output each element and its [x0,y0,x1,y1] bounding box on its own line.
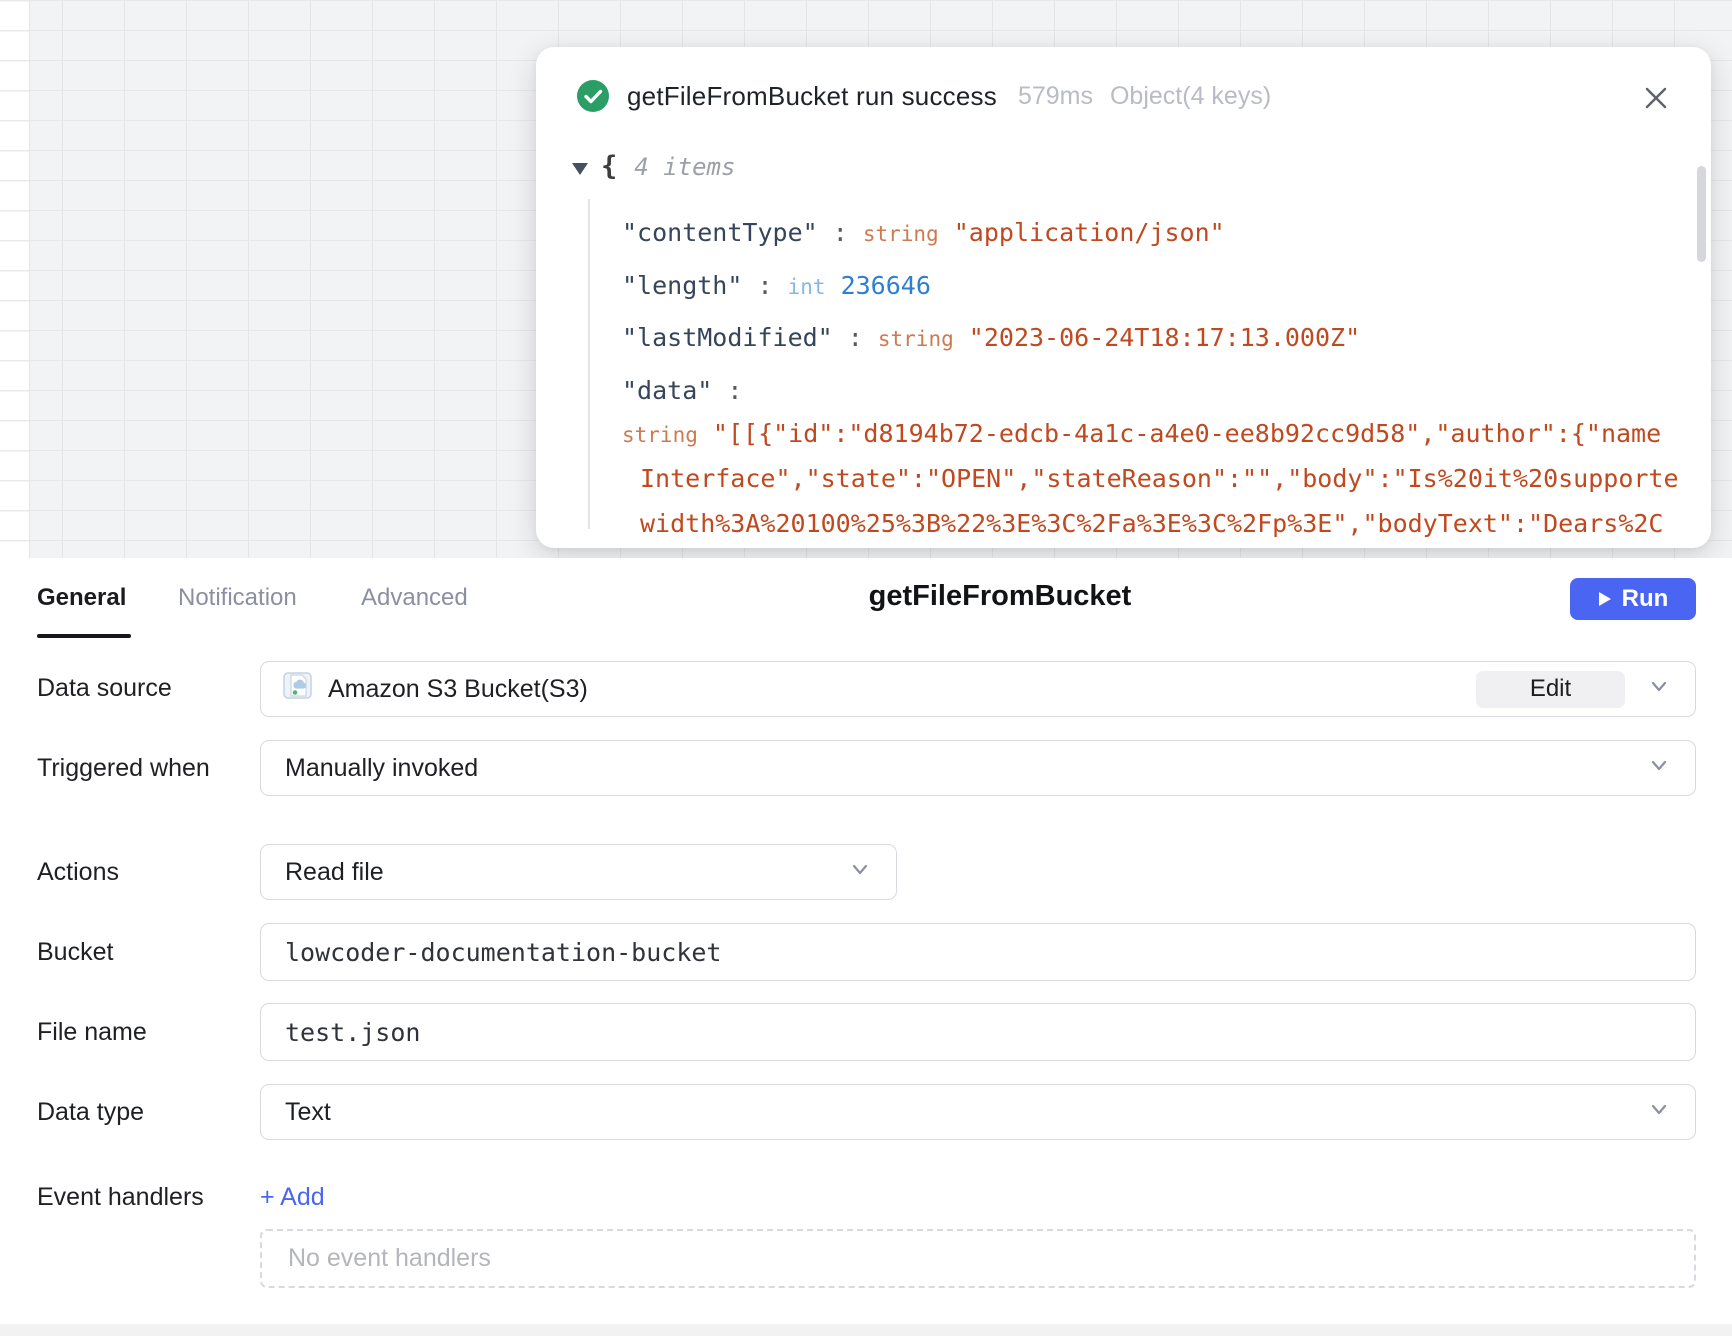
canvas-left-widget [0,0,30,558]
data-source-value: Amazon S3 Bucket(S3) [328,675,588,704]
actions-select[interactable]: Read file [260,844,897,900]
json-row-contentType: "contentType" : string "application/json… [622,218,1225,249]
json-colon: : [818,218,863,247]
json-key: "data" [622,376,712,405]
event-handlers-label: Event handlers [37,1183,204,1212]
json-root-row: { 4 items [572,151,735,182]
edit-datasource-button[interactable]: Edit [1476,671,1625,708]
add-event-handler-button[interactable]: + Add [260,1183,325,1212]
json-key: "contentType" [622,218,818,247]
collapse-caret-icon[interactable] [572,162,588,174]
data-type-value: Text [285,1098,331,1127]
data-type-select[interactable]: Text [260,1084,1696,1140]
json-row-length: "length" : int 236646 [622,271,931,302]
s3-datasource-icon [283,671,313,708]
actions-label: Actions [37,858,119,887]
data-source-label: Data source [37,674,172,703]
run-button-label: Run [1622,585,1669,613]
tab-advanced[interactable]: Advanced [361,584,468,612]
json-key: "lastModified" [622,323,833,352]
json-row-lastModified: "lastModified" : string "2023-06-24T18:1… [622,323,1360,354]
chevron-down-icon[interactable] [1647,674,1671,705]
triggered-when-label: Triggered when [37,754,210,783]
json-data-line-1: string "[[{"id":"d8194b72-edcb-4a1c-a4e0… [622,419,1661,450]
query-settings-panel: General Notification Advanced getFileFro… [0,558,1732,1336]
json-row-data: "data" : [622,376,757,406]
json-type-label: string [622,423,698,447]
open-brace: { [601,151,617,182]
json-colon: : [833,323,878,352]
actions-value: Read file [285,858,384,887]
panel-bottom-edge [0,1324,1732,1336]
json-key: "length" [622,271,742,300]
json-value: width%3A%20100%25%3B%22%3E%3C%2Fa%3E%3C%… [640,509,1664,538]
json-colon: : [742,271,787,300]
run-result-popup: getFileFromBucket run success 579ms Obje… [536,47,1711,548]
file-name-value: test.json [285,1018,420,1047]
data-type-label: Data type [37,1098,144,1127]
json-value: "application/json" [954,218,1225,247]
chevron-down-icon[interactable] [1647,753,1671,784]
json-data-line-2: Interface","state":"OPEN","stateReason":… [640,464,1679,494]
json-type-label: string [878,327,954,351]
json-colon: : [712,376,757,405]
items-count: 4 items [634,153,735,181]
json-result-tree: { 4 items "contentType" : string "applic… [536,47,1711,548]
json-value: "[[{"id":"d8194b72-edcb-4a1c-a4e0-ee8b92… [713,419,1661,448]
bucket-value: lowcoder-documentation-bucket [285,938,722,967]
json-value: Interface","state":"OPEN","stateReason":… [640,464,1679,493]
json-data-line-3: width%3A%20100%25%3B%22%3E%3C%2Fa%3E%3C%… [640,509,1664,539]
bucket-input[interactable]: lowcoder-documentation-bucket [260,923,1696,981]
json-value: 236646 [841,271,931,300]
event-handlers-empty-text: No event handlers [288,1244,491,1273]
bucket-label: Bucket [37,938,113,967]
tab-general[interactable]: General [37,584,126,612]
query-name-title: getFileFromBucket [869,580,1132,613]
triggered-when-select[interactable]: Manually invoked [260,740,1696,796]
event-handlers-empty-box: No event handlers [260,1229,1696,1288]
file-name-label: File name [37,1018,147,1047]
chevron-down-icon[interactable] [848,857,872,888]
tree-indent-guide [588,199,590,529]
triggered-when-value: Manually invoked [285,754,478,783]
data-source-select[interactable]: Amazon S3 Bucket(S3) Edit [260,661,1696,717]
tab-notification[interactable]: Notification [178,584,297,612]
json-type-label: int [788,275,826,299]
run-button[interactable]: Run [1570,578,1696,620]
json-type-label: string [863,222,939,246]
play-icon [1598,591,1612,607]
screen: getFileFromBucket run success 579ms Obje… [0,0,1732,1336]
json-value: "2023-06-24T18:17:13.000Z" [969,323,1360,352]
active-tab-underline [37,634,131,638]
file-name-input[interactable]: test.json [260,1003,1696,1061]
chevron-down-icon[interactable] [1647,1097,1671,1128]
